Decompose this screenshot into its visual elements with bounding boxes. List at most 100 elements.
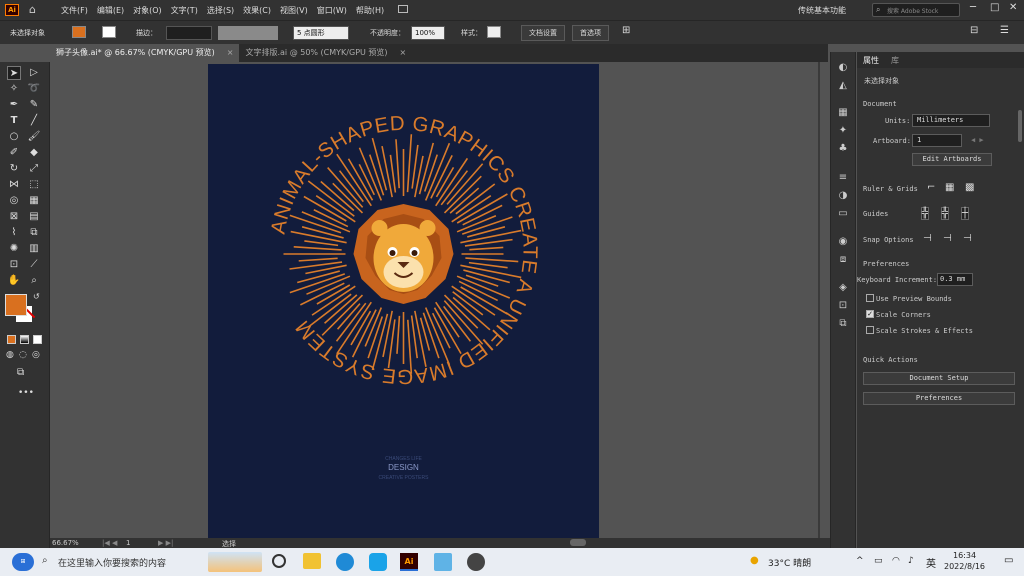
curvature-tool-icon[interactable]: ✎	[27, 98, 41, 112]
menu-item[interactable]: 文字(T)	[171, 5, 198, 16]
menu-item[interactable]: 效果(C)	[243, 5, 271, 16]
appearance-icon[interactable]: ◉	[837, 236, 849, 248]
clock-time[interactable]: 16:34	[953, 551, 976, 560]
swap-colors-icon[interactable]: ↺	[33, 292, 40, 301]
show-guides-icon[interactable]: ╬	[921, 207, 930, 220]
type-tool-icon[interactable]: T	[7, 114, 21, 128]
document-setup-panel-button[interactable]: Document Setup	[863, 372, 1015, 385]
graphic-styles-icon[interactable]: ⧈	[837, 254, 849, 266]
artboard-tool-icon[interactable]: ⊡	[7, 258, 21, 272]
lock-guides-icon[interactable]: ╬	[941, 207, 950, 220]
edit-artboards-button[interactable]: Edit Artboards	[912, 153, 992, 166]
zoom-field[interactable]: 66.67%	[52, 539, 79, 547]
arrange-icon[interactable]: ⊞	[622, 25, 630, 36]
menu-item[interactable]: 帮助(H)	[356, 5, 384, 16]
maximize-icon[interactable]: □	[990, 2, 999, 13]
color-panel-icon[interactable]: ◐	[837, 62, 849, 74]
symbols-icon[interactable]: ♣	[837, 143, 849, 155]
edge-browser-icon[interactable]	[336, 553, 354, 571]
clock-date[interactable]: 2022/8/16	[944, 562, 985, 571]
none-mode-icon[interactable]	[33, 335, 42, 344]
keyboard-increment-field[interactable]: 0.3 mm	[937, 273, 973, 286]
rotate-tool-icon[interactable]: ↻	[7, 162, 21, 176]
brushes-icon[interactable]: ✦	[837, 125, 849, 137]
taskbar-search-input[interactable]: 在这里输入你要搜索的内容	[58, 556, 166, 569]
tab-typography-document[interactable]: 文字排版.ai @ 50% (CMYK/GPU 预览) ×	[239, 44, 412, 62]
tab-libraries[interactable]: 库	[891, 55, 899, 66]
artboard-next-icon[interactable]: ▶ ▶|	[158, 539, 173, 547]
network-icon[interactable]: ▭	[874, 556, 883, 566]
file-explorer-icon[interactable]	[303, 553, 321, 569]
home-icon[interactable]: ⌂	[29, 4, 41, 16]
artboard-dropdown[interactable]: 1	[912, 134, 962, 147]
artboard-prev-icon[interactable]: |◀ ◀	[102, 539, 117, 547]
preferences-button[interactable]: 首选项	[572, 25, 609, 41]
magic-wand-tool-icon[interactable]: ✧	[7, 82, 21, 96]
grid-icon[interactable]: ▦	[945, 182, 954, 193]
status-artboard-number[interactable]: 1	[126, 539, 130, 547]
perspective-grid-tool-icon[interactable]: ▦	[27, 194, 41, 208]
messenger-app-icon[interactable]	[369, 553, 387, 571]
rulers-icon[interactable]: ⌐	[927, 182, 935, 193]
tab-properties[interactable]: 属性	[863, 55, 879, 66]
color-guide-icon[interactable]: ◭	[837, 80, 849, 92]
symbol-sprayer-tool-icon[interactable]: ✺	[7, 242, 21, 256]
width-tool-icon[interactable]: ⋈	[7, 178, 21, 192]
lasso-tool-icon[interactable]: ➰	[27, 82, 41, 96]
shaper-tool-icon[interactable]: ✐	[7, 146, 21, 160]
artboard-nav-icon[interactable]: ◀ ▶	[971, 136, 984, 144]
align-icon[interactable]: ⊟	[970, 25, 978, 36]
menu-item[interactable]: 文件(F)	[61, 5, 88, 16]
line-tool-icon[interactable]: ╱	[27, 114, 41, 128]
close-window-icon[interactable]: ✕	[1009, 2, 1017, 13]
task-view-icon[interactable]	[272, 554, 286, 568]
menu-item[interactable]: 对象(O)	[133, 5, 162, 16]
layers-icon[interactable]: ◈	[837, 282, 849, 294]
start-button-icon[interactable]: ⊞	[12, 553, 34, 571]
units-dropdown[interactable]: Millimeters	[912, 114, 990, 127]
fill-color-indicator[interactable]	[5, 294, 27, 316]
edit-toolbar-icon[interactable]: •••	[18, 388, 34, 398]
workspace-switcher[interactable]: 传统基本功能	[798, 5, 846, 16]
eraser-tool-icon[interactable]: ◆	[27, 146, 41, 160]
scale-strokes-checkbox[interactable]	[866, 326, 874, 334]
smart-guides-icon[interactable]: ┼	[961, 207, 970, 220]
slice-tool-icon[interactable]: ⟋	[27, 258, 41, 272]
arrange-documents-icon[interactable]	[398, 5, 408, 13]
blend-tool-icon[interactable]: ⧉	[27, 226, 41, 240]
stroke-panel-icon[interactable]: ≡	[837, 172, 849, 184]
draw-normal-icon[interactable]: ◍	[6, 350, 14, 360]
user-app-icon[interactable]	[467, 553, 485, 571]
screen-mode-icon[interactable]: ⧉	[17, 367, 24, 378]
wifi-icon[interactable]: ◠	[892, 556, 900, 566]
zoom-tool-icon[interactable]: ⌕	[27, 274, 41, 288]
gradient-mode-icon[interactable]	[20, 335, 29, 344]
notification-icon[interactable]: ▭	[1004, 555, 1013, 566]
transparency-icon[interactable]: ▭	[837, 208, 849, 220]
illustrator-taskbar-icon[interactable]: Ai	[400, 553, 418, 571]
close-tab-icon[interactable]: ×	[227, 44, 234, 62]
ellipse-tool-icon[interactable]: ○	[7, 130, 21, 144]
selection-tool-icon[interactable]: ➤	[7, 66, 21, 80]
panel-menu-icon[interactable]: ☰	[1000, 25, 1009, 36]
swatches-icon[interactable]: ▦	[837, 107, 849, 119]
graphic-style-swatch[interactable]	[487, 26, 501, 38]
color-mode-icon[interactable]	[7, 335, 16, 344]
menu-item[interactable]: 编辑(E)	[97, 5, 124, 16]
mesh-tool-icon[interactable]: ⊠	[7, 210, 21, 224]
scale-tool-icon[interactable]: ⤢	[27, 162, 41, 176]
close-tab-icon[interactable]: ×	[400, 44, 407, 62]
input-method-indicator[interactable]: 英	[926, 555, 936, 570]
weather-text[interactable]: 33°C 晴朗	[768, 556, 811, 569]
brush-definition[interactable]: 5 点圆形	[293, 26, 349, 40]
document-setup-button[interactable]: 文档设置	[521, 25, 565, 41]
tab-lion-document[interactable]: 狮子头像.ai* @ 66.67% (CMYK/GPU 预览) ×	[50, 44, 240, 62]
artboard[interactable]: ANIMAL-SHAPED GRAPHICS CREATE A UNIFIED …	[208, 64, 599, 538]
snap-to-pixel-icon[interactable]: ⊣	[963, 233, 972, 244]
menu-item[interactable]: 选择(S)	[207, 5, 234, 16]
canvas-area[interactable]: ANIMAL-SHAPED GRAPHICS CREATE A UNIFIED …	[50, 62, 820, 538]
stroke-color-swatch[interactable]	[102, 26, 116, 38]
variable-width-profile[interactable]	[218, 26, 278, 40]
volume-icon[interactable]: ♪	[908, 556, 914, 566]
menu-item[interactable]: 窗口(W)	[317, 5, 347, 16]
